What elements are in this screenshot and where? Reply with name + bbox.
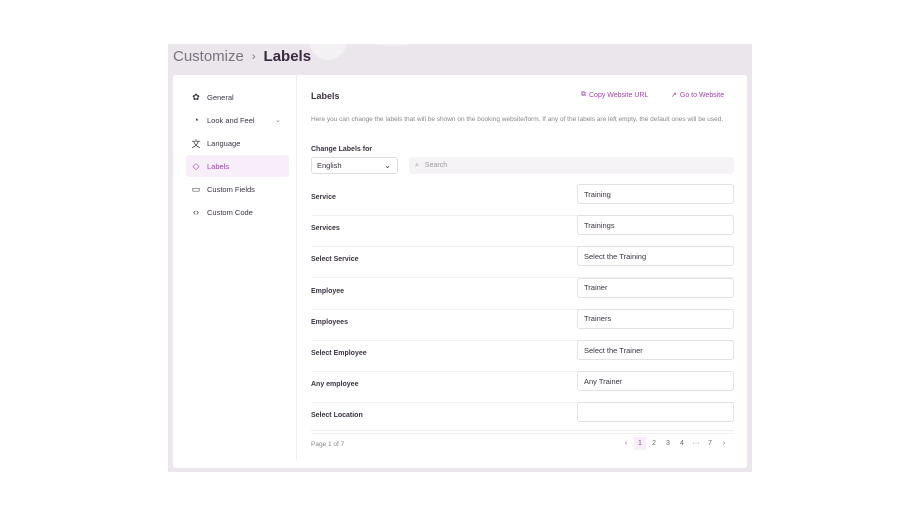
pagination-bar: Page 1 of 7 ‹ 1 2 3 4 ··· 7 › [311, 430, 734, 460]
page-button[interactable]: 1 [634, 437, 646, 450]
breadcrumb-current: Labels [263, 48, 312, 65]
page-button[interactable]: 7 [704, 437, 716, 450]
language-select[interactable]: English ⌄ [311, 157, 398, 174]
search-icon: ⌕ [415, 161, 419, 169]
label-input[interactable]: Trainings [577, 215, 734, 236]
label-input[interactable] [577, 402, 734, 423]
page-button[interactable]: 2 [648, 437, 660, 450]
chevron-down-icon: ⌄ [275, 117, 281, 124]
sidebar-item-labels[interactable]: ◇ Labels [186, 155, 289, 177]
description: Here you can change the labels that will… [311, 116, 724, 123]
translate-icon: 文 [191, 138, 201, 149]
chevron-right-icon: › [251, 50, 256, 63]
label-name: Employee [311, 287, 345, 295]
label-input[interactable]: Any Trainer [577, 371, 734, 392]
pagination-ellipsis: ··· [692, 440, 700, 447]
sidebar-item-look-and-feel[interactable]: ◔ Look and Feel ⌄ [186, 109, 289, 131]
sidebar-item-label: Labels [207, 161, 230, 171]
breadcrumb: Customize › Labels [173, 48, 311, 65]
sidebar-item-custom-code[interactable]: ‹› Custom Code [186, 201, 289, 223]
next-page-button[interactable]: › [718, 437, 730, 450]
page-title: Labels [311, 91, 340, 101]
flower-icon: ✿ [192, 91, 200, 102]
change-labels-label: Change Labels for [311, 146, 373, 153]
label-input[interactable]: Trainers [577, 308, 734, 329]
copy-website-url-button[interactable]: ⧉ Copy Website URL [581, 91, 648, 99]
search-input[interactable]: ⌕ Search [409, 157, 734, 174]
label-name: Select Location [311, 412, 363, 420]
customize-frame: Customize › Labels ✿ General ◔ Look and Fe… [168, 44, 752, 472]
prev-page-button[interactable]: ‹ [620, 437, 632, 450]
search-placeholder: Search [424, 162, 448, 169]
copy-icon: ⧉ [581, 91, 586, 98]
sidebar-item-general[interactable]: ✿ General [186, 86, 289, 108]
go-to-website-link[interactable]: ↗ Go to Website [671, 91, 725, 100]
decor [308, 44, 348, 60]
code-icon: ‹› [193, 207, 199, 217]
sidebar-item-custom-fields[interactable]: ▭ Custom Fields [186, 178, 289, 200]
label-name: Service [311, 194, 336, 201]
sidebar-item-label: Custom Fields [207, 184, 255, 194]
label-row: Service Training [311, 184, 734, 216]
label-row: Employees Trainers [311, 308, 734, 341]
label-input[interactable]: Trainer [577, 277, 734, 298]
language-value: English [317, 161, 342, 170]
label-input[interactable]: Select the Training [577, 246, 734, 267]
sidebar-item-label: Look and Feel [207, 115, 255, 125]
sidebar: ✿ General ◔ Look and Feel ⌄ 文 Language ◇ Labe… [173, 75, 297, 460]
page-button[interactable]: 4 [676, 437, 688, 450]
chevron-down-icon: ⌄ [384, 161, 391, 170]
sidebar-item-label: Language [207, 138, 241, 148]
label-row: Select Service Select the Training [311, 246, 734, 279]
external-link-icon: ↗ [671, 92, 677, 99]
page-info: Page 1 of 7 [311, 441, 345, 448]
label-name: Any employee [311, 381, 359, 389]
label-row: Employee Trainer [311, 277, 734, 310]
copy-url-label: Copy Website URL [589, 91, 649, 99]
label-input[interactable]: Select the Trainer [577, 340, 734, 360]
label-name: Services [311, 225, 340, 233]
label-row: Select Employee Select the Trainer [311, 340, 734, 372]
label-name: Select Employee [311, 350, 367, 357]
label-row: Services Trainings [311, 215, 734, 248]
sidebar-item-language[interactable]: 文 Language [186, 132, 289, 154]
form-field-icon: ▭ [191, 183, 201, 194]
label-input[interactable]: Training [577, 184, 734, 204]
tag-icon: ◇ [192, 160, 200, 171]
sidebar-item-label: Custom Code [207, 207, 253, 217]
label-row: Any employee Any Trainer [311, 371, 734, 404]
sidebar-item-label: General [207, 92, 234, 102]
go-website-label: Go to Website [679, 91, 725, 99]
pagination: ‹ 1 2 3 4 ··· 7 › [620, 437, 730, 450]
label-name: Employees [311, 318, 348, 326]
label-name: Select Service [311, 256, 359, 264]
page-button[interactable]: 3 [662, 437, 674, 450]
palette-icon: ◔ [193, 115, 199, 125]
breadcrumb-customize[interactable]: Customize [173, 48, 244, 65]
decor [348, 44, 438, 46]
settings-card: ✿ General ◔ Look and Feel ⌄ 文 Language ◇ Labe… [173, 75, 747, 468]
